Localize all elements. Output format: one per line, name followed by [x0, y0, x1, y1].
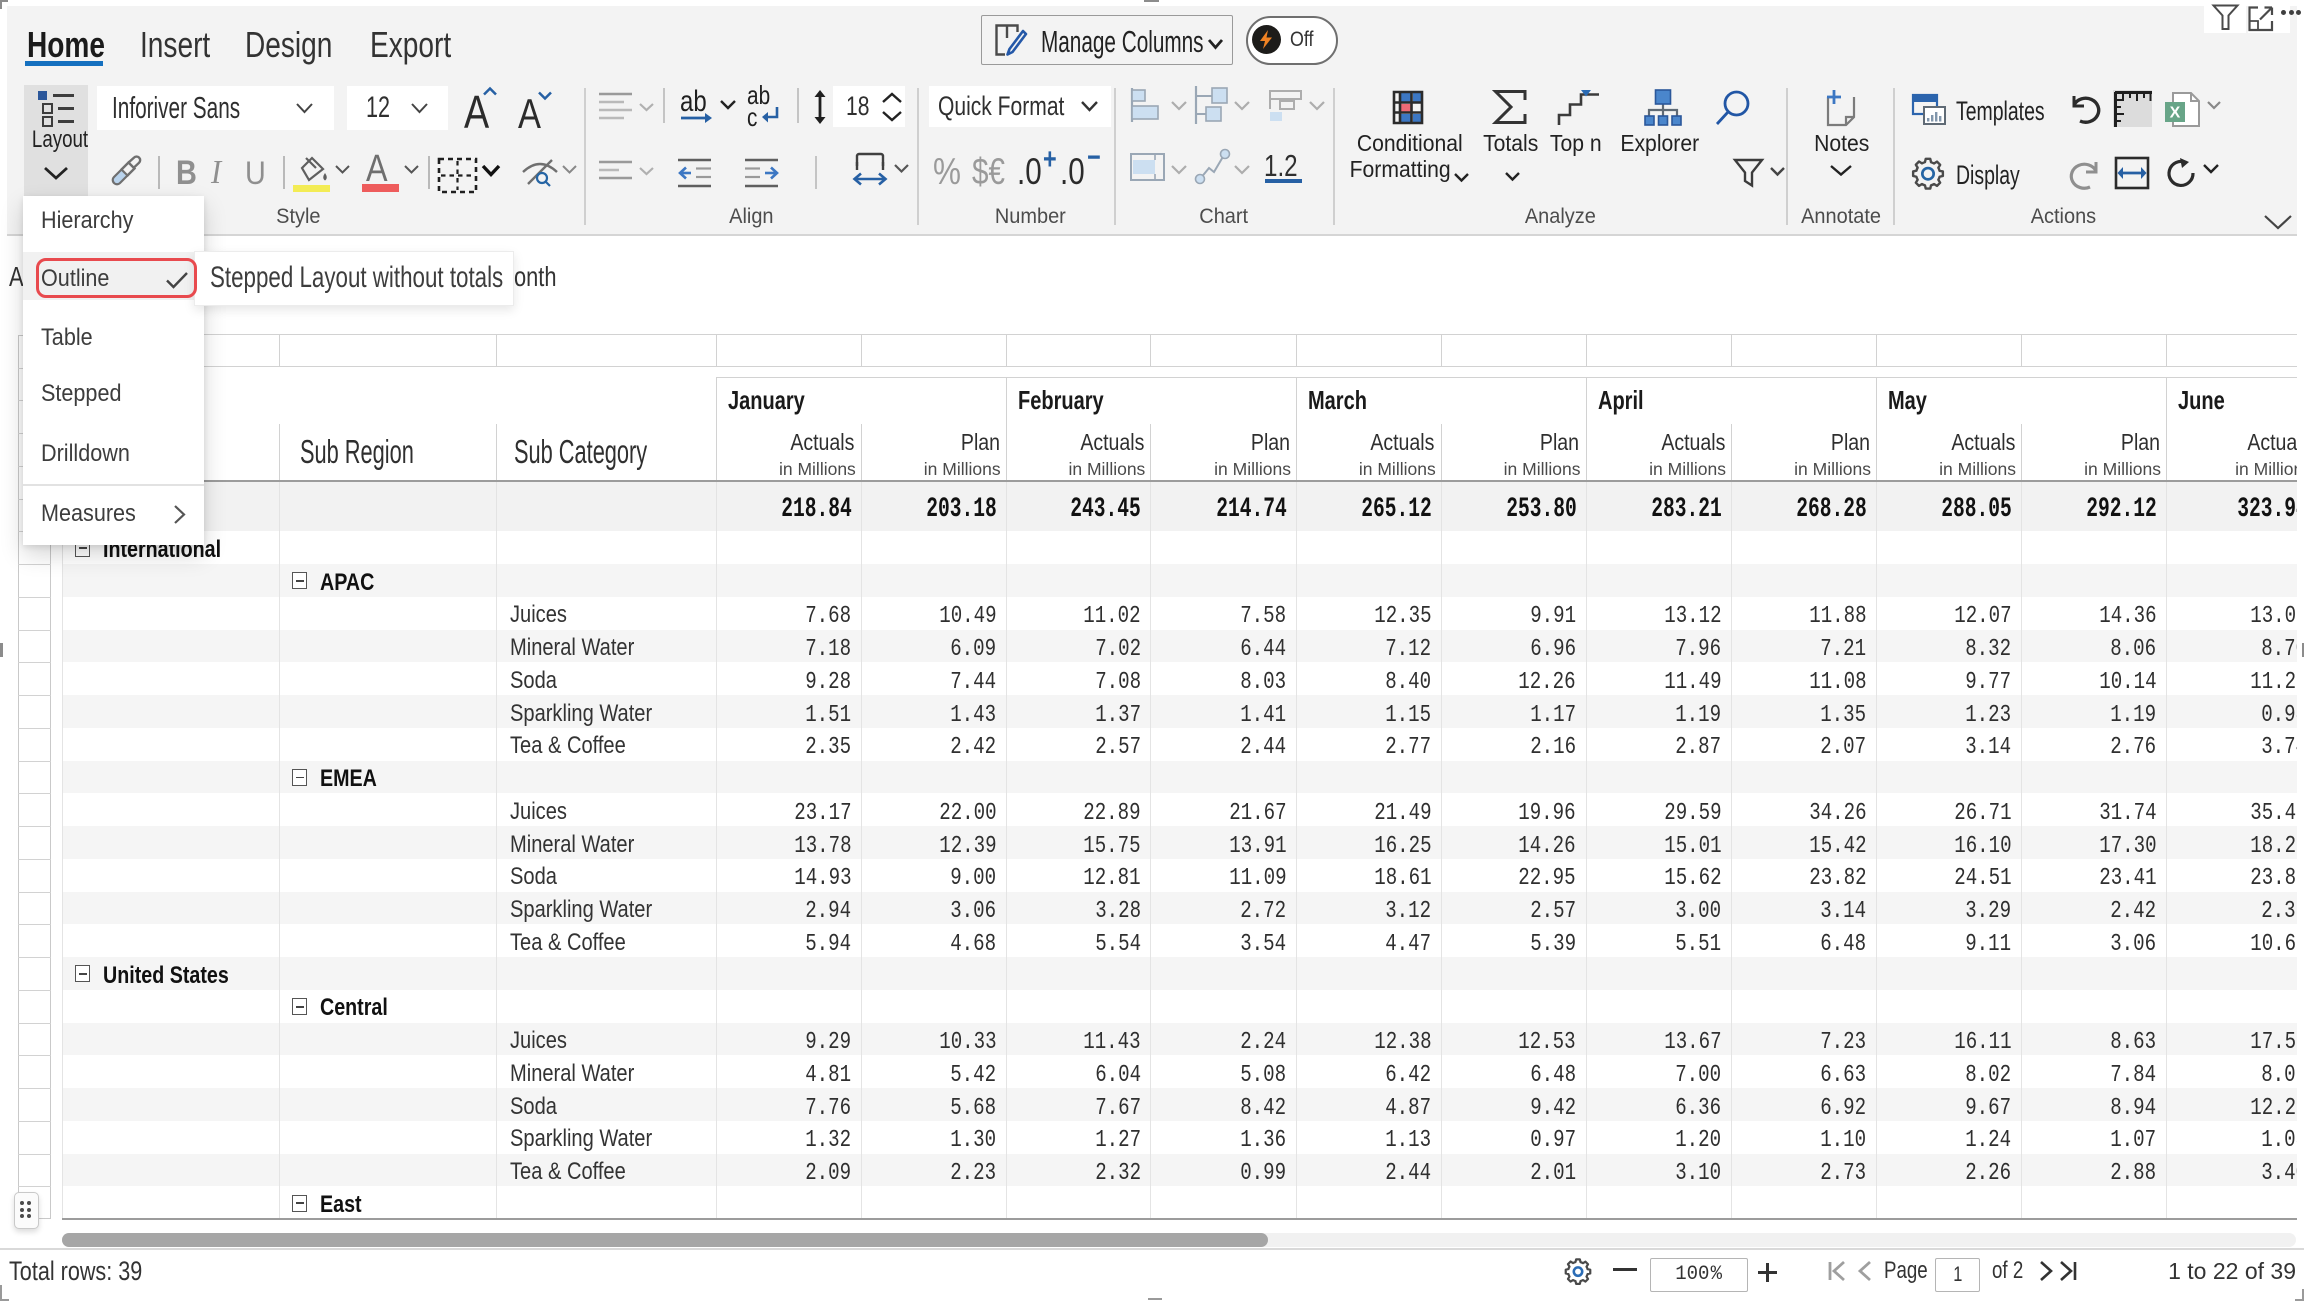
svg-text:X: X	[2170, 105, 2181, 122]
